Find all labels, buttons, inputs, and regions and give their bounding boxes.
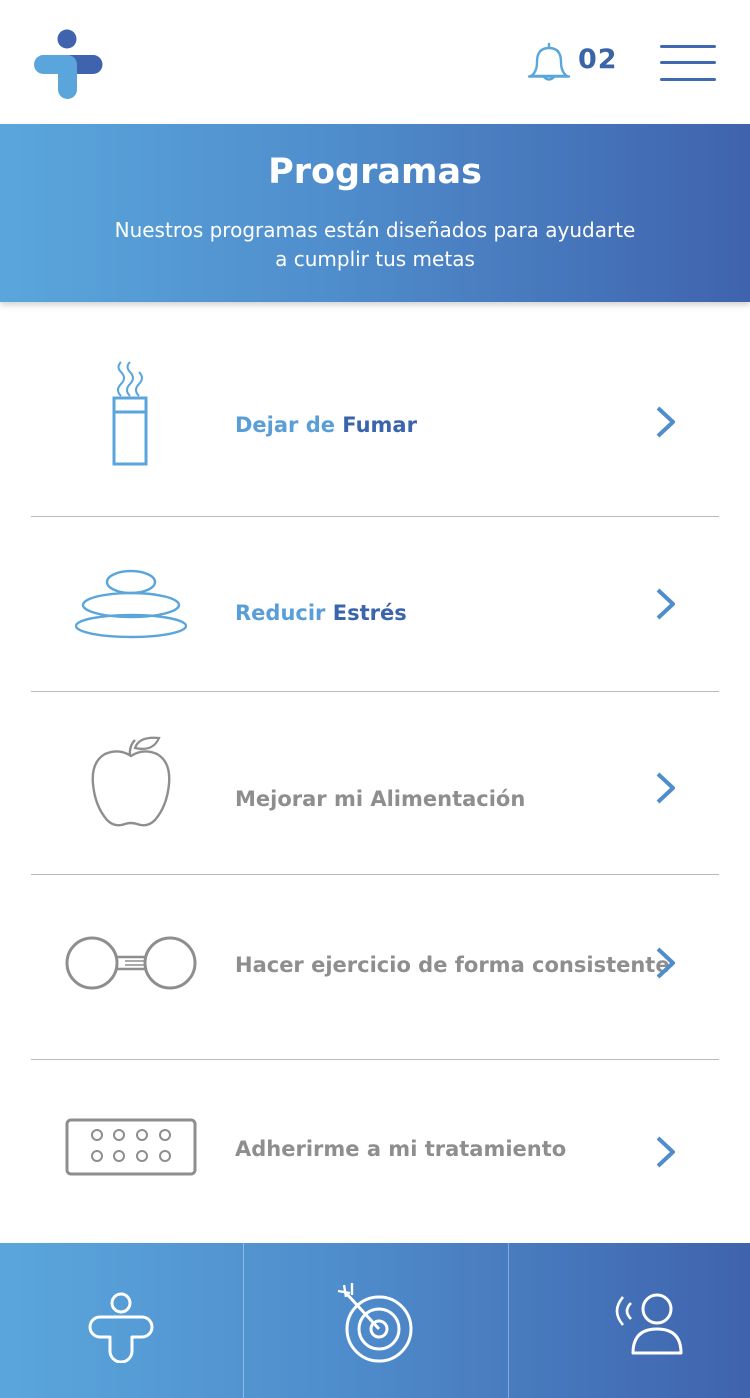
program-label-part-1: Reducir <box>235 601 333 625</box>
program-label-part-1: Dejar de <box>235 413 343 437</box>
page-subtitle-line-2: a cumplir tus metas <box>275 247 475 271</box>
program-label-part-2: Estrés <box>332 601 407 625</box>
chevron-right-icon[interactable] <box>653 946 679 980</box>
program-item-improve-nutrition[interactable]: Mejorar mi Alimentación <box>31 692 719 875</box>
hero-banner: Programas Nuestros programas están diseñ… <box>0 124 750 302</box>
program-item-reduce-stress[interactable]: Reducir Estrés <box>31 517 719 692</box>
health-person-icon <box>88 1292 154 1363</box>
program-label[interactable]: Mejorar mi Alimentación <box>235 787 525 811</box>
app-logo-icon[interactable] <box>30 26 106 102</box>
apple-icon <box>91 736 171 827</box>
bell-icon[interactable] <box>526 42 572 82</box>
chevron-right-icon[interactable] <box>653 771 679 805</box>
target-icon <box>337 1283 413 1363</box>
program-item-treatment-adherence[interactable]: Adherirme a mi tratamiento <box>31 1060 719 1243</box>
cigarette-icon <box>112 361 148 466</box>
nav-item-home[interactable] <box>0 1243 243 1398</box>
program-label[interactable]: Dejar de Fumar <box>235 413 417 437</box>
chevron-right-icon[interactable] <box>653 587 679 621</box>
program-item-quit-smoking[interactable]: Dejar de Fumar <box>31 302 719 517</box>
chevron-right-icon[interactable] <box>653 405 679 439</box>
chevron-right-icon[interactable] <box>653 1135 679 1169</box>
bottom-navigation <box>0 1243 750 1398</box>
nav-item-goals[interactable] <box>244 1243 508 1398</box>
person-speaking-icon <box>615 1293 683 1355</box>
program-label[interactable]: Adherirme a mi tratamiento <box>235 1137 566 1161</box>
page-subtitle-line-1: Nuestros programas están diseñados para … <box>114 218 636 242</box>
program-item-exercise[interactable]: Hacer ejercicio de forma consistente <box>31 875 719 1060</box>
nav-item-support[interactable] <box>509 1243 750 1398</box>
stacked-stones-icon <box>75 569 187 639</box>
dumbbell-icon <box>65 936 197 990</box>
program-label[interactable]: Hacer ejercicio de forma consistente <box>235 953 670 977</box>
top-bar: 02 <box>0 0 750 124</box>
program-label-part-2: Fumar <box>342 413 417 437</box>
program-label[interactable]: Reducir Estrés <box>235 601 407 625</box>
page-title: Programas <box>268 152 482 192</box>
pill-pack-icon <box>65 1118 197 1176</box>
page-subtitle: Nuestros programas están diseñados para … <box>90 216 660 274</box>
hamburger-menu-icon[interactable] <box>660 44 718 84</box>
notification-count[interactable]: 02 <box>578 44 618 75</box>
